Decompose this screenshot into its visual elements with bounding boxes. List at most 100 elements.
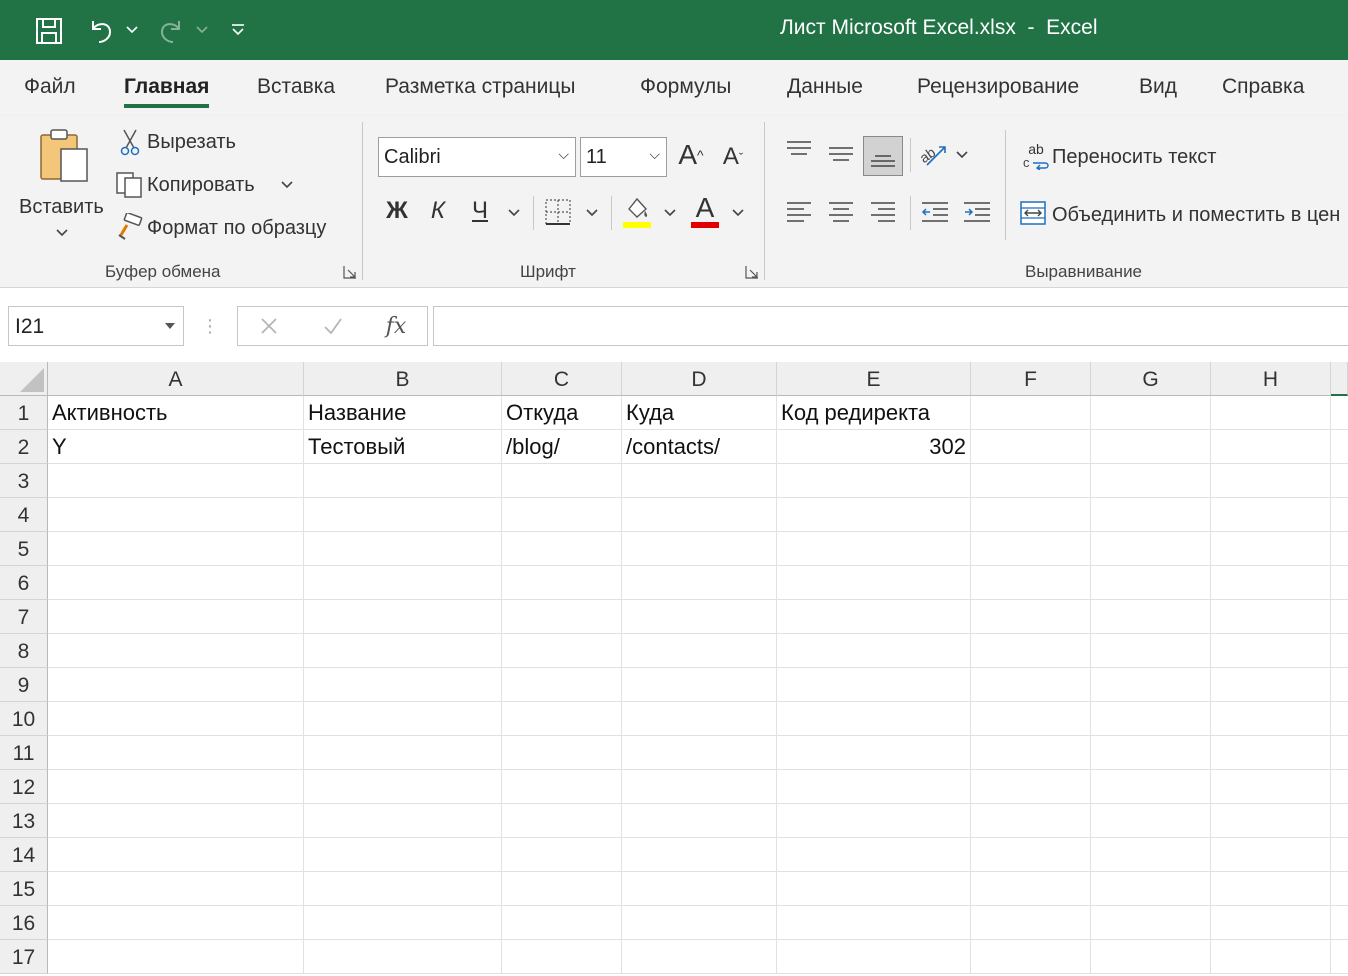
cell-partial[interactable] bbox=[1331, 838, 1348, 872]
grow-font-icon[interactable]: A ^ bbox=[674, 138, 708, 172]
cell-b5[interactable] bbox=[304, 532, 502, 566]
cell-h9[interactable] bbox=[1211, 668, 1331, 702]
cell-a2[interactable]: Y bbox=[48, 430, 304, 464]
align-middle-icon[interactable] bbox=[824, 136, 858, 172]
align-bottom-icon[interactable] bbox=[863, 136, 903, 176]
cell-a11[interactable] bbox=[48, 736, 304, 770]
italic-button[interactable]: К bbox=[422, 194, 454, 228]
column-header-a[interactable]: A bbox=[48, 362, 304, 396]
cell-partial[interactable] bbox=[1331, 566, 1348, 600]
cell-e6[interactable] bbox=[777, 566, 971, 600]
cell-a5[interactable] bbox=[48, 532, 304, 566]
cell-partial[interactable] bbox=[1331, 600, 1348, 634]
cell-partial[interactable] bbox=[1331, 736, 1348, 770]
cell-f14[interactable] bbox=[971, 838, 1091, 872]
cell-a1[interactable]: Активность bbox=[48, 396, 304, 430]
cell-partial[interactable] bbox=[1331, 668, 1348, 702]
font-name-combo[interactable]: Calibri ⌵ bbox=[378, 137, 576, 177]
cell-g6[interactable] bbox=[1091, 566, 1211, 600]
cell-d12[interactable] bbox=[622, 770, 777, 804]
cell-g12[interactable] bbox=[1091, 770, 1211, 804]
row-header[interactable]: 2 bbox=[0, 430, 48, 464]
cell-h7[interactable] bbox=[1211, 600, 1331, 634]
merge-center-button[interactable]: Объединить и поместить в цен bbox=[1018, 196, 1348, 232]
cell-g1[interactable] bbox=[1091, 396, 1211, 430]
cell-c12[interactable] bbox=[502, 770, 622, 804]
cell-f12[interactable] bbox=[971, 770, 1091, 804]
tab-formulas[interactable]: Формулы bbox=[640, 75, 731, 99]
row-header[interactable]: 5 bbox=[0, 532, 48, 566]
row-header[interactable]: 13 bbox=[0, 804, 48, 838]
cell-c5[interactable] bbox=[502, 532, 622, 566]
cell-b4[interactable] bbox=[304, 498, 502, 532]
name-box-dropdown-icon[interactable] bbox=[163, 319, 177, 333]
shrink-font-icon[interactable]: Aˇ bbox=[716, 140, 750, 174]
cell-e11[interactable] bbox=[777, 736, 971, 770]
row-header[interactable]: 3 bbox=[0, 464, 48, 498]
cell-c2[interactable]: /blog/ bbox=[502, 430, 622, 464]
cell-e15[interactable] bbox=[777, 872, 971, 906]
cell-g8[interactable] bbox=[1091, 634, 1211, 668]
cell-c10[interactable] bbox=[502, 702, 622, 736]
cell-h16[interactable] bbox=[1211, 906, 1331, 940]
wrap-text-button[interactable]: ab c Переносить текст bbox=[1018, 138, 1248, 174]
cell-c17[interactable] bbox=[502, 940, 622, 974]
cell-c7[interactable] bbox=[502, 600, 622, 634]
copy-dropdown-icon[interactable] bbox=[278, 177, 296, 193]
cell-e14[interactable] bbox=[777, 838, 971, 872]
cell-b2[interactable]: Тестовый bbox=[304, 430, 502, 464]
tab-help[interactable]: Справка bbox=[1222, 75, 1304, 99]
cell-d9[interactable] bbox=[622, 668, 777, 702]
cell-g2[interactable] bbox=[1091, 430, 1211, 464]
cell-a4[interactable] bbox=[48, 498, 304, 532]
column-header-c[interactable]: C bbox=[502, 362, 622, 396]
row-header[interactable]: 6 bbox=[0, 566, 48, 600]
cell-partial[interactable] bbox=[1331, 464, 1348, 498]
cell-d6[interactable] bbox=[622, 566, 777, 600]
cell-a13[interactable] bbox=[48, 804, 304, 838]
cell-partial[interactable] bbox=[1331, 634, 1348, 668]
paste-dropdown-icon[interactable] bbox=[52, 226, 72, 240]
orientation-icon[interactable]: ab bbox=[918, 136, 952, 172]
column-header-f[interactable]: F bbox=[971, 362, 1091, 396]
cell-f2[interactable] bbox=[971, 430, 1091, 464]
cell-f6[interactable] bbox=[971, 566, 1091, 600]
decrease-indent-icon[interactable] bbox=[918, 196, 952, 228]
cell-g5[interactable] bbox=[1091, 532, 1211, 566]
cell-c8[interactable] bbox=[502, 634, 622, 668]
cell-f7[interactable] bbox=[971, 600, 1091, 634]
cell-g13[interactable] bbox=[1091, 804, 1211, 838]
cell-g15[interactable] bbox=[1091, 872, 1211, 906]
cell-g3[interactable] bbox=[1091, 464, 1211, 498]
cell-a16[interactable] bbox=[48, 906, 304, 940]
cell-f15[interactable] bbox=[971, 872, 1091, 906]
row-header[interactable]: 7 bbox=[0, 600, 48, 634]
cell-e13[interactable] bbox=[777, 804, 971, 838]
cell-c1[interactable]: Откуда bbox=[502, 396, 622, 430]
cell-d13[interactable] bbox=[622, 804, 777, 838]
cell-e7[interactable] bbox=[777, 600, 971, 634]
borders-icon[interactable] bbox=[542, 196, 574, 228]
cell-h2[interactable] bbox=[1211, 430, 1331, 464]
select-all-corner[interactable] bbox=[0, 362, 48, 396]
tab-file[interactable]: Файл bbox=[24, 75, 76, 99]
formula-input[interactable] bbox=[433, 306, 1348, 346]
cell-a10[interactable] bbox=[48, 702, 304, 736]
cell-partial[interactable] bbox=[1331, 872, 1348, 906]
cell-d4[interactable] bbox=[622, 498, 777, 532]
cell-h6[interactable] bbox=[1211, 566, 1331, 600]
cell-b7[interactable] bbox=[304, 600, 502, 634]
cell-g17[interactable] bbox=[1091, 940, 1211, 974]
cell-d3[interactable] bbox=[622, 464, 777, 498]
cell-g4[interactable] bbox=[1091, 498, 1211, 532]
cell-d1[interactable]: Куда bbox=[622, 396, 777, 430]
cell-a17[interactable] bbox=[48, 940, 304, 974]
row-header[interactable]: 14 bbox=[0, 838, 48, 872]
cell-a3[interactable] bbox=[48, 464, 304, 498]
cell-e1[interactable]: Код редиректа bbox=[777, 396, 971, 430]
cell-e16[interactable] bbox=[777, 906, 971, 940]
cell-h17[interactable] bbox=[1211, 940, 1331, 974]
cell-e9[interactable] bbox=[777, 668, 971, 702]
orientation-dropdown-icon[interactable] bbox=[954, 148, 970, 162]
row-header[interactable]: 11 bbox=[0, 736, 48, 770]
